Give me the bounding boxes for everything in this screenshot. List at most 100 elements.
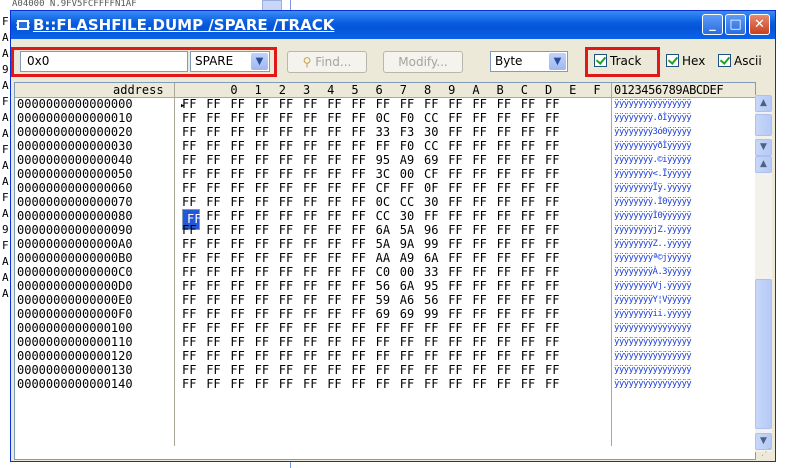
byte-cell[interactable]: FF bbox=[206, 293, 224, 307]
byte-cell[interactable]: FF bbox=[448, 363, 466, 377]
byte-cell[interactable]: FF bbox=[327, 209, 345, 223]
byte-cell[interactable]: FF bbox=[303, 111, 321, 125]
byte-cell[interactable]: FF bbox=[472, 307, 490, 321]
byte-cell[interactable]: FF bbox=[255, 209, 273, 223]
byte-cell[interactable]: FF bbox=[351, 363, 369, 377]
byte-cell[interactable]: FF bbox=[497, 293, 515, 307]
byte-cell[interactable]: 6A bbox=[400, 279, 418, 293]
byte-cell[interactable]: FF bbox=[448, 97, 466, 111]
byte-cell[interactable]: FF bbox=[448, 377, 466, 391]
byte-cell[interactable]: FF bbox=[303, 321, 321, 335]
byte-cell[interactable]: FF bbox=[521, 237, 539, 251]
byte-cell[interactable]: FF bbox=[255, 139, 273, 153]
byte-cell[interactable]: FF bbox=[472, 321, 490, 335]
byte-cell[interactable]: FF bbox=[303, 97, 321, 111]
byte-cell[interactable]: FF bbox=[182, 321, 200, 335]
byte-cell[interactable]: 0F bbox=[424, 181, 442, 195]
byte-cell[interactable]: FF bbox=[472, 377, 490, 391]
byte-cell[interactable]: FF bbox=[279, 363, 297, 377]
scroll-down-icon[interactable]: ▼ bbox=[755, 139, 772, 156]
dump-grid[interactable]: address 0123456789ABCDEF 0123456789ABCDE… bbox=[14, 82, 756, 460]
byte-cell[interactable]: FF bbox=[545, 377, 563, 391]
dump-row[interactable]: 0000000000000080 FF FF FF FF FF FF FF FF CC 30 FF FF… bbox=[15, 209, 755, 230]
byte-cell[interactable]: FF bbox=[497, 265, 515, 279]
byte-cell[interactable]: CF bbox=[376, 181, 394, 195]
byte-cell[interactable]: FF bbox=[279, 139, 297, 153]
byte-cell[interactable]: FF bbox=[279, 181, 297, 195]
byte-cell[interactable]: 69 bbox=[376, 307, 394, 321]
dump-row[interactable]: 0000000000000000 ▸ FF FF FF FF FF FF FF FF FF FF FF F… bbox=[15, 97, 755, 111]
byte-cell[interactable]: FF bbox=[255, 111, 273, 125]
byte-cell[interactable]: CF bbox=[424, 167, 442, 181]
byte-cell[interactable]: FF bbox=[327, 139, 345, 153]
byte-cell[interactable]: FF bbox=[521, 111, 539, 125]
byte-cell[interactable]: FF bbox=[303, 153, 321, 167]
byte-cell[interactable]: FF bbox=[230, 335, 248, 349]
byte-cell[interactable]: FF bbox=[230, 153, 248, 167]
byte-cell[interactable]: FF bbox=[497, 349, 515, 363]
byte-cell[interactable]: FF bbox=[206, 307, 224, 321]
byte-cell[interactable]: FF bbox=[472, 139, 490, 153]
width-select[interactable]: Byte ▼ bbox=[490, 51, 568, 72]
byte-cell[interactable]: FF bbox=[351, 111, 369, 125]
byte-cell[interactable]: FF bbox=[279, 251, 297, 265]
dump-row[interactable]: 0000000000000060 FF FF FF FF FF FF FF FF CF FF 0F FF… bbox=[15, 181, 755, 195]
byte-cell[interactable]: FF bbox=[351, 125, 369, 139]
byte-cell[interactable]: FF bbox=[206, 377, 224, 391]
close-button[interactable]: ✕ bbox=[749, 14, 770, 35]
byte-cell[interactable]: FF bbox=[351, 195, 369, 209]
byte-cell[interactable]: FF bbox=[182, 265, 200, 279]
byte-cell[interactable]: FF bbox=[448, 153, 466, 167]
byte-cell[interactable]: FF bbox=[351, 237, 369, 251]
byte-cell[interactable]: FF bbox=[206, 125, 224, 139]
byte-cell[interactable]: FF bbox=[472, 209, 490, 223]
byte-cell[interactable]: FF bbox=[230, 293, 248, 307]
byte-cell[interactable]: FF bbox=[521, 279, 539, 293]
byte-cell[interactable]: 0C bbox=[376, 111, 394, 125]
byte-cell[interactable]: FF bbox=[206, 209, 224, 223]
byte-cell[interactable]: FF bbox=[182, 181, 200, 195]
byte-cell[interactable]: FF bbox=[545, 363, 563, 377]
byte-cell[interactable]: FF bbox=[351, 293, 369, 307]
byte-cell[interactable]: 3C bbox=[376, 167, 394, 181]
byte-cell[interactable]: FF bbox=[351, 97, 369, 111]
checkbox-check-icon[interactable] bbox=[666, 54, 679, 67]
byte-cell[interactable]: FF bbox=[279, 349, 297, 363]
byte-cell[interactable]: F0 bbox=[400, 139, 418, 153]
byte-cell[interactable]: FF bbox=[472, 265, 490, 279]
byte-cell[interactable]: FF bbox=[303, 237, 321, 251]
byte-cell[interactable]: FF bbox=[303, 223, 321, 237]
byte-cell[interactable]: FF bbox=[472, 251, 490, 265]
byte-cell[interactable]: FF bbox=[327, 335, 345, 349]
byte-cell[interactable]: FF bbox=[182, 97, 200, 111]
byte-cell[interactable]: FF bbox=[327, 237, 345, 251]
byte-cell[interactable]: FF bbox=[497, 125, 515, 139]
byte-cell[interactable]: FF bbox=[521, 293, 539, 307]
byte-cell[interactable]: 99 bbox=[424, 237, 442, 251]
byte-cell[interactable]: FF bbox=[303, 181, 321, 195]
modify-button[interactable]: Modify... bbox=[383, 51, 463, 73]
byte-cell[interactable]: FF bbox=[424, 377, 442, 391]
byte-cell[interactable]: FF bbox=[545, 293, 563, 307]
byte-cell[interactable]: FF bbox=[472, 153, 490, 167]
byte-cell[interactable]: FF bbox=[351, 139, 369, 153]
byte-cell[interactable]: FF bbox=[206, 237, 224, 251]
scroll-up-icon[interactable]: ▲ bbox=[755, 95, 772, 112]
byte-cell[interactable]: 6A bbox=[424, 251, 442, 265]
vertical-scrollbar[interactable]: ▲ ▼ ▲ ▼ bbox=[755, 95, 772, 452]
byte-cell[interactable]: 56 bbox=[376, 279, 394, 293]
byte-cell[interactable]: FF bbox=[472, 111, 490, 125]
byte-cell[interactable]: FF bbox=[230, 167, 248, 181]
scroll-up-icon[interactable]: ▲ bbox=[755, 156, 772, 173]
byte-cell[interactable]: FF bbox=[206, 279, 224, 293]
dump-row[interactable]: 0000000000000010 FF FF FF FF FF FF FF FF 0C F0 CC FF… bbox=[15, 111, 755, 125]
byte-cell[interactable]: FF bbox=[182, 349, 200, 363]
byte-cell[interactable]: FF bbox=[230, 363, 248, 377]
byte-cell[interactable]: FF bbox=[545, 209, 563, 223]
ascii-checkbox[interactable]: Ascii bbox=[718, 52, 762, 70]
dump-row[interactable]: 00000000000000F0 FF FF FF FF FF FF FF FF 69 69 99 FF… bbox=[15, 307, 755, 321]
byte-cell[interactable]: FF bbox=[424, 321, 442, 335]
byte-cell[interactable]: FF bbox=[182, 251, 200, 265]
byte-cell[interactable]: FF bbox=[327, 223, 345, 237]
byte-cell[interactable]: FF bbox=[472, 335, 490, 349]
